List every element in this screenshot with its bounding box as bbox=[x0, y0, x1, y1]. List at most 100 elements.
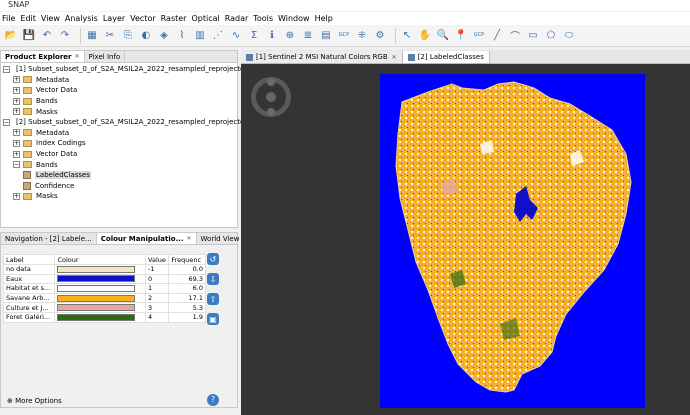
class-colour-cell[interactable] bbox=[54, 292, 147, 304]
pin-placing-icon[interactable]: 📍 bbox=[454, 29, 468, 43]
menu-analysis[interactable]: Analysis bbox=[65, 14, 98, 23]
rectangle-drawing-icon[interactable]: ▭ bbox=[526, 29, 540, 43]
tree-product-node[interactable]: − [2] Subset_subset_0_of_S2A_MSIL2A_2022_… bbox=[1, 117, 271, 128]
export-icon[interactable]: ⇧ bbox=[207, 293, 219, 305]
select-tool-icon[interactable]: ↖ bbox=[400, 29, 414, 43]
colour-swatch[interactable] bbox=[57, 284, 136, 292]
tree-band-node[interactable]: LabeledClasses bbox=[1, 170, 237, 181]
table-row[interactable]: Foret Galéri... 4 1.9 bbox=[2, 311, 206, 323]
colour-swatch[interactable] bbox=[57, 294, 136, 302]
class-colour-cell[interactable] bbox=[54, 273, 147, 285]
redo-icon[interactable]: ↷ bbox=[58, 29, 72, 43]
menu-help[interactable]: Help bbox=[315, 14, 333, 23]
tree-band-node[interactable]: Confidence bbox=[1, 181, 237, 192]
pan-down-icon[interactable] bbox=[267, 108, 275, 116]
tab-natural-colors-rgb[interactable]: [1] Sentinel 2 MSI Natural Colors RGB ✕ bbox=[241, 51, 403, 63]
colour-swatch[interactable] bbox=[57, 275, 136, 283]
import-icon[interactable]: ⇩ bbox=[207, 273, 219, 285]
more-options-toggle[interactable]: ⊕ More Options bbox=[7, 397, 62, 405]
tree-folder-node[interactable]: + Masks bbox=[1, 191, 237, 202]
column-header-label[interactable]: Label bbox=[2, 254, 56, 265]
polyline-drawing-icon[interactable]: ⌒ bbox=[508, 29, 522, 43]
column-header-colour[interactable]: Colour bbox=[54, 254, 147, 265]
batch-processing-icon[interactable]: ⚙ bbox=[373, 29, 387, 43]
cut-icon[interactable]: ✂ bbox=[103, 29, 117, 43]
table-row[interactable]: Habitat et s... 1 6.0 bbox=[2, 283, 206, 294]
time-series-icon[interactable]: ≣ bbox=[301, 29, 315, 43]
table-row[interactable]: Culture et J... 3 5.3 bbox=[2, 302, 206, 313]
geocoding-icon[interactable]: ⊕ bbox=[283, 29, 297, 43]
expand-icon[interactable]: + bbox=[13, 86, 20, 94]
tree-folder-node[interactable]: + Vector Data bbox=[1, 85, 237, 96]
expand-icon[interactable]: + bbox=[13, 150, 20, 158]
ellipse-drawing-icon[interactable]: ⬭ bbox=[562, 29, 576, 43]
menu-edit[interactable]: Edit bbox=[20, 14, 36, 23]
colour-swatch[interactable] bbox=[57, 265, 136, 273]
menu-file[interactable]: File bbox=[2, 14, 15, 23]
menu-window[interactable]: Window bbox=[278, 14, 310, 23]
histogram-icon[interactable]: ▥ bbox=[193, 29, 207, 43]
expand-icon[interactable]: + bbox=[13, 129, 20, 137]
graph-builder-icon[interactable]: ⁜ bbox=[355, 29, 369, 43]
tab-labeled-classes[interactable]: [2] LabeledClasses bbox=[402, 51, 490, 63]
expand-icon[interactable]: + bbox=[13, 97, 20, 105]
scatter-plot-icon[interactable]: ⋰ bbox=[211, 29, 225, 43]
table-row[interactable]: no data -1 0.0 bbox=[2, 264, 206, 275]
expand-icon[interactable]: + bbox=[13, 108, 20, 116]
menu-optical[interactable]: Optical bbox=[191, 14, 219, 23]
tree-folder-node[interactable]: + Metadata bbox=[1, 75, 237, 86]
classified-image[interactable] bbox=[380, 74, 645, 408]
reset-icon[interactable]: ↺ bbox=[207, 253, 219, 265]
expand-icon[interactable]: + bbox=[13, 192, 20, 200]
tab-pixel-info[interactable]: Pixel Info bbox=[85, 51, 126, 62]
tree-folder-node[interactable]: + Metadata bbox=[1, 128, 237, 139]
close-icon[interactable]: ✕ bbox=[392, 54, 397, 61]
table-row[interactable]: Eaux 0 69.3 bbox=[2, 273, 206, 285]
profile-plot-icon[interactable]: ∿ bbox=[229, 29, 243, 43]
color-palette-icon[interactable]: ◐ bbox=[139, 29, 153, 43]
close-icon[interactable]: ✕ bbox=[187, 235, 192, 242]
tree-folder-node[interactable]: + Masks bbox=[1, 106, 237, 117]
menu-raster[interactable]: Raster bbox=[161, 14, 187, 23]
collapse-icon[interactable]: − bbox=[3, 118, 10, 126]
collapse-icon[interactable]: − bbox=[13, 161, 20, 169]
colour-swatch[interactable] bbox=[57, 313, 136, 321]
pan-up-icon[interactable] bbox=[267, 78, 275, 86]
column-header-value[interactable]: Value bbox=[145, 254, 170, 265]
tree-product-node[interactable]: − [1] Subset_subset_0_of_S2A_MSIL2A_2022_… bbox=[1, 64, 255, 75]
menu-vector[interactable]: Vector bbox=[130, 14, 156, 23]
polygon-drawing-icon[interactable]: ⬠ bbox=[544, 29, 558, 43]
gcp-placing-icon[interactable]: GCP bbox=[472, 29, 486, 43]
information-icon[interactable]: ℹ bbox=[265, 29, 279, 43]
pan-tool-icon[interactable]: ✋ bbox=[418, 29, 432, 43]
help-icon[interactable]: ? bbox=[207, 394, 219, 406]
menu-layer[interactable]: Layer bbox=[103, 14, 125, 23]
expand-icon[interactable]: + bbox=[13, 139, 20, 147]
tree-folder-node[interactable]: + Vector Data bbox=[1, 149, 237, 160]
pin-manager-icon[interactable]: ◈ bbox=[157, 29, 171, 43]
save-icon[interactable]: 💾 bbox=[22, 29, 36, 43]
gcp-manager-icon[interactable]: GCP bbox=[337, 29, 351, 43]
statistics-icon[interactable]: Σ bbox=[247, 29, 261, 43]
table-row[interactable]: Savane Arb... 2 17.1 bbox=[2, 292, 206, 304]
tab-world-view[interactable]: World View bbox=[197, 233, 245, 244]
menu-view[interactable]: View bbox=[41, 14, 60, 23]
menu-radar[interactable]: Radar bbox=[225, 14, 249, 23]
undo-icon[interactable]: ↶ bbox=[40, 29, 54, 43]
tab-navigation[interactable]: Navigation - [2] Labele... bbox=[1, 233, 97, 244]
class-colour-cell[interactable] bbox=[54, 283, 147, 294]
colour-swatch[interactable] bbox=[57, 304, 136, 312]
tree-folder-node[interactable]: + Bands bbox=[1, 96, 237, 107]
column-header-frequency[interactable]: Frequenc bbox=[168, 254, 206, 265]
navigation-center[interactable] bbox=[266, 92, 276, 102]
tab-product-explorer[interactable]: Product Explorer ✕ bbox=[1, 51, 85, 62]
band-maths-icon[interactable]: ▦ bbox=[85, 29, 99, 43]
tree-folder-node[interactable]: − Bands bbox=[1, 159, 237, 170]
collapse-icon[interactable]: − bbox=[3, 65, 10, 73]
class-colour-cell[interactable] bbox=[54, 264, 147, 275]
tree-folder-node[interactable]: + Index Codings bbox=[1, 138, 237, 149]
class-colour-cell[interactable] bbox=[54, 302, 147, 313]
copy-icon[interactable]: ⎘ bbox=[121, 29, 135, 43]
mask-manager-icon[interactable]: ▤ bbox=[319, 29, 333, 43]
spectrum-icon[interactable]: ⌇ bbox=[175, 29, 189, 43]
